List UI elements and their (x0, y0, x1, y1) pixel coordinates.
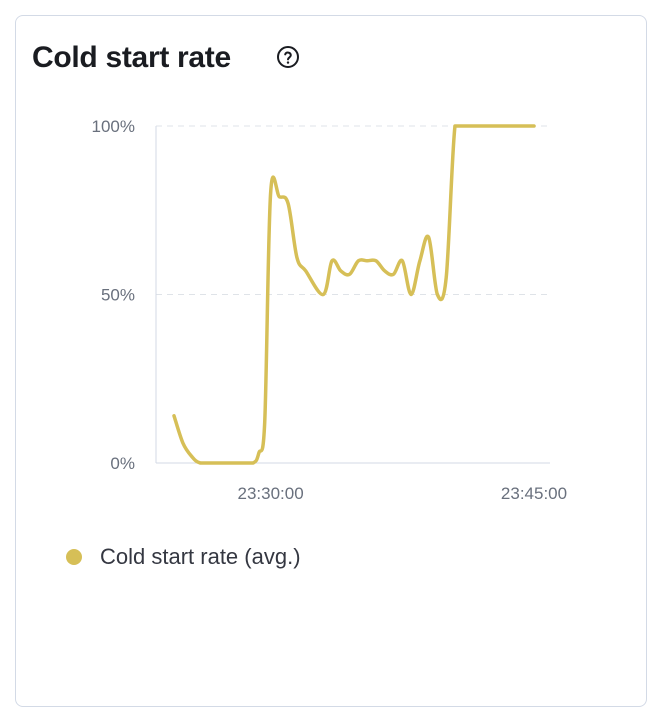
y-tick-label: 50% (101, 286, 135, 305)
legend-swatch (66, 549, 82, 565)
line-chart: 0% 50% 100% 23:30:00 23:45:00 (92, 117, 568, 503)
y-tick-label: 0% (110, 454, 135, 473)
x-tick-label: 23:45:00 (501, 484, 567, 503)
legend-label: Cold start rate (avg.) (100, 544, 301, 569)
y-tick-label: 100% (92, 117, 135, 136)
x-tick-label: 23:30:00 (237, 484, 303, 503)
legend-item[interactable]: Cold start rate (avg.) (66, 544, 301, 570)
tick-layer: 0% 50% 100% 23:30:00 23:45:00 (92, 117, 568, 503)
